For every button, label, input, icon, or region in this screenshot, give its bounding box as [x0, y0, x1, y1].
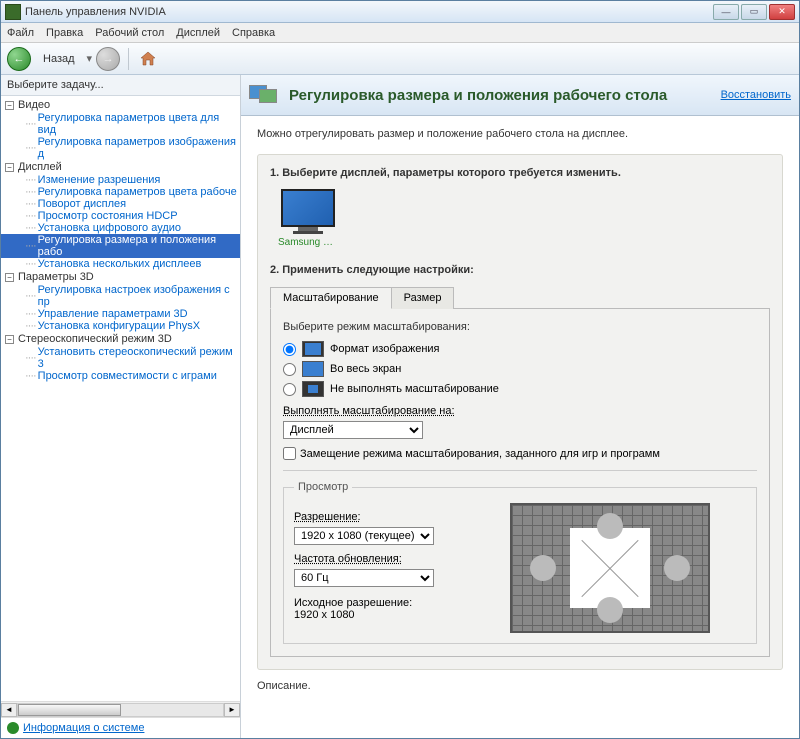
radio-aspect[interactable] [283, 343, 296, 356]
preview-legend: Просмотр [294, 481, 352, 493]
no-scaling-icon [302, 381, 324, 397]
settings-panel: 1. Выберите дисплей, параметры которого … [257, 154, 783, 670]
scaling-heading: Выберите режим масштабирования: [283, 321, 757, 333]
menu-edit[interactable]: Правка [46, 27, 83, 39]
refresh-label: Частота обновления: [294, 553, 454, 565]
label-aspect: Формат изображения [330, 343, 440, 355]
tree-item[interactable]: ····Просмотр состояния HDCP [1, 210, 240, 222]
content-pane: Регулировка размера и положения рабочего… [241, 75, 799, 738]
restore-link[interactable]: Восстановить [721, 89, 791, 101]
label-fullscreen: Во весь экран [330, 363, 401, 375]
override-label: Замещение режима масштабирования, заданн… [300, 448, 660, 460]
tree-item[interactable]: ····Регулировка параметров цвета рабоче [1, 186, 240, 198]
monitor-icon [281, 189, 335, 227]
header-icon [249, 81, 281, 109]
perform-on-label: Выполнять масштабирование на: [283, 405, 757, 417]
page-description: Можно отрегулировать размер и положение … [257, 128, 783, 140]
tree-category[interactable]: −Видео [5, 99, 240, 111]
description-footer: Описание. [257, 680, 783, 692]
close-button[interactable]: ✕ [769, 4, 795, 20]
tree-item[interactable]: ····Регулировка параметров цвета для вид [1, 112, 240, 136]
nvidia-icon [5, 4, 21, 20]
refresh-select[interactable]: 60 Гц [294, 569, 434, 587]
tab-content: Выберите режим масштабирования: Формат и… [270, 309, 770, 657]
perform-on-select[interactable]: Дисплей [283, 421, 423, 439]
tree-item[interactable]: ····Регулировка размера и положения рабо [1, 234, 240, 258]
tree-item[interactable]: ····Установить стереоскопический режим 3 [1, 346, 240, 370]
tree-item[interactable]: ····Изменение разрешения [1, 174, 240, 186]
test-pattern [510, 503, 710, 633]
resolution-label: Разрешение: [294, 511, 454, 523]
sidebar: Выберите задачу... −Видео····Регулировка… [1, 75, 241, 738]
fullscreen-icon [302, 361, 324, 377]
tree-category[interactable]: −Стереоскопический режим 3D [5, 333, 240, 345]
maximize-button[interactable]: ▭ [741, 4, 767, 20]
resolution-select[interactable]: 1920 x 1080 (текущее) [294, 527, 434, 545]
tree-item[interactable]: ····Управление параметрами 3D [1, 308, 240, 320]
back-dropdown-icon[interactable]: ▾ [87, 52, 93, 65]
menubar: Файл Правка Рабочий стол Дисплей Справка [1, 23, 799, 43]
back-label: Назад [43, 53, 75, 65]
task-header: Выберите задачу... [1, 75, 240, 96]
titlebar[interactable]: Панель управления NVIDIA — ▭ ✕ [1, 1, 799, 23]
toolbar-separator [128, 48, 129, 70]
monitor-label: Samsung SMS... [278, 237, 338, 248]
scroll-right-icon[interactable]: ► [224, 703, 240, 717]
menu-desktop[interactable]: Рабочий стол [95, 27, 164, 39]
tree-item[interactable]: ····Просмотр совместимости с играми [1, 370, 240, 382]
toolbar: ← Назад ▾ → [1, 43, 799, 75]
step1-title: 1. Выберите дисплей, параметры которого … [270, 167, 770, 179]
step2-title: 2. Применить следующие настройки: [270, 264, 770, 276]
radio-no-scaling[interactable] [283, 383, 296, 396]
tree-item[interactable]: ····Установка конфигурации PhysX [1, 320, 240, 332]
radio-fullscreen[interactable] [283, 363, 296, 376]
tree-item[interactable]: ····Регулировка настроек изображения с п… [1, 284, 240, 308]
info-icon [7, 722, 19, 734]
task-tree[interactable]: −Видео····Регулировка параметров цвета д… [1, 96, 240, 701]
override-checkbox[interactable] [283, 447, 296, 460]
system-info-link[interactable]: Информация о системе [1, 717, 240, 738]
tab-scaling[interactable]: Масштабирование [270, 287, 392, 309]
label-no-scaling: Не выполнять масштабирование [330, 383, 499, 395]
tree-item[interactable]: ····Установка цифрового аудио [1, 222, 240, 234]
tree-item[interactable]: ····Установка нескольких дисплеев [1, 258, 240, 270]
divider [283, 470, 757, 471]
back-button[interactable]: ← [7, 47, 31, 71]
content-header: Регулировка размера и положения рабочего… [241, 75, 799, 116]
scroll-left-icon[interactable]: ◄ [1, 703, 17, 717]
page-title: Регулировка размера и положения рабочего… [289, 87, 713, 104]
forward-button[interactable]: → [96, 47, 120, 71]
window-title: Панель управления NVIDIA [25, 6, 713, 18]
scroll-thumb[interactable] [18, 704, 121, 716]
display-selector[interactable]: Samsung SMS... [278, 189, 338, 248]
preview-group: Просмотр Разрешение: 1920 x 1080 (текуще… [283, 481, 757, 644]
app-window: Панель управления NVIDIA — ▭ ✕ Файл Прав… [0, 0, 800, 739]
tree-category[interactable]: −Дисплей [5, 161, 240, 173]
tree-item[interactable]: ····Поворот дисплея [1, 198, 240, 210]
menu-file[interactable]: Файл [7, 27, 34, 39]
tab-size[interactable]: Размер [391, 287, 455, 309]
menu-help[interactable]: Справка [232, 27, 275, 39]
tree-item[interactable]: ····Регулировка параметров изображения д [1, 136, 240, 160]
minimize-button[interactable]: — [713, 4, 739, 20]
aspect-icon [302, 341, 324, 357]
menu-display[interactable]: Дисплей [176, 27, 220, 39]
native-resolution: Исходное разрешение: 1920 x 1080 [294, 597, 454, 621]
home-button[interactable] [137, 48, 159, 70]
tree-category[interactable]: −Параметры 3D [5, 271, 240, 283]
tabs: Масштабирование Размер [270, 286, 770, 309]
sidebar-scrollbar[interactable]: ◄ ► [1, 701, 240, 717]
